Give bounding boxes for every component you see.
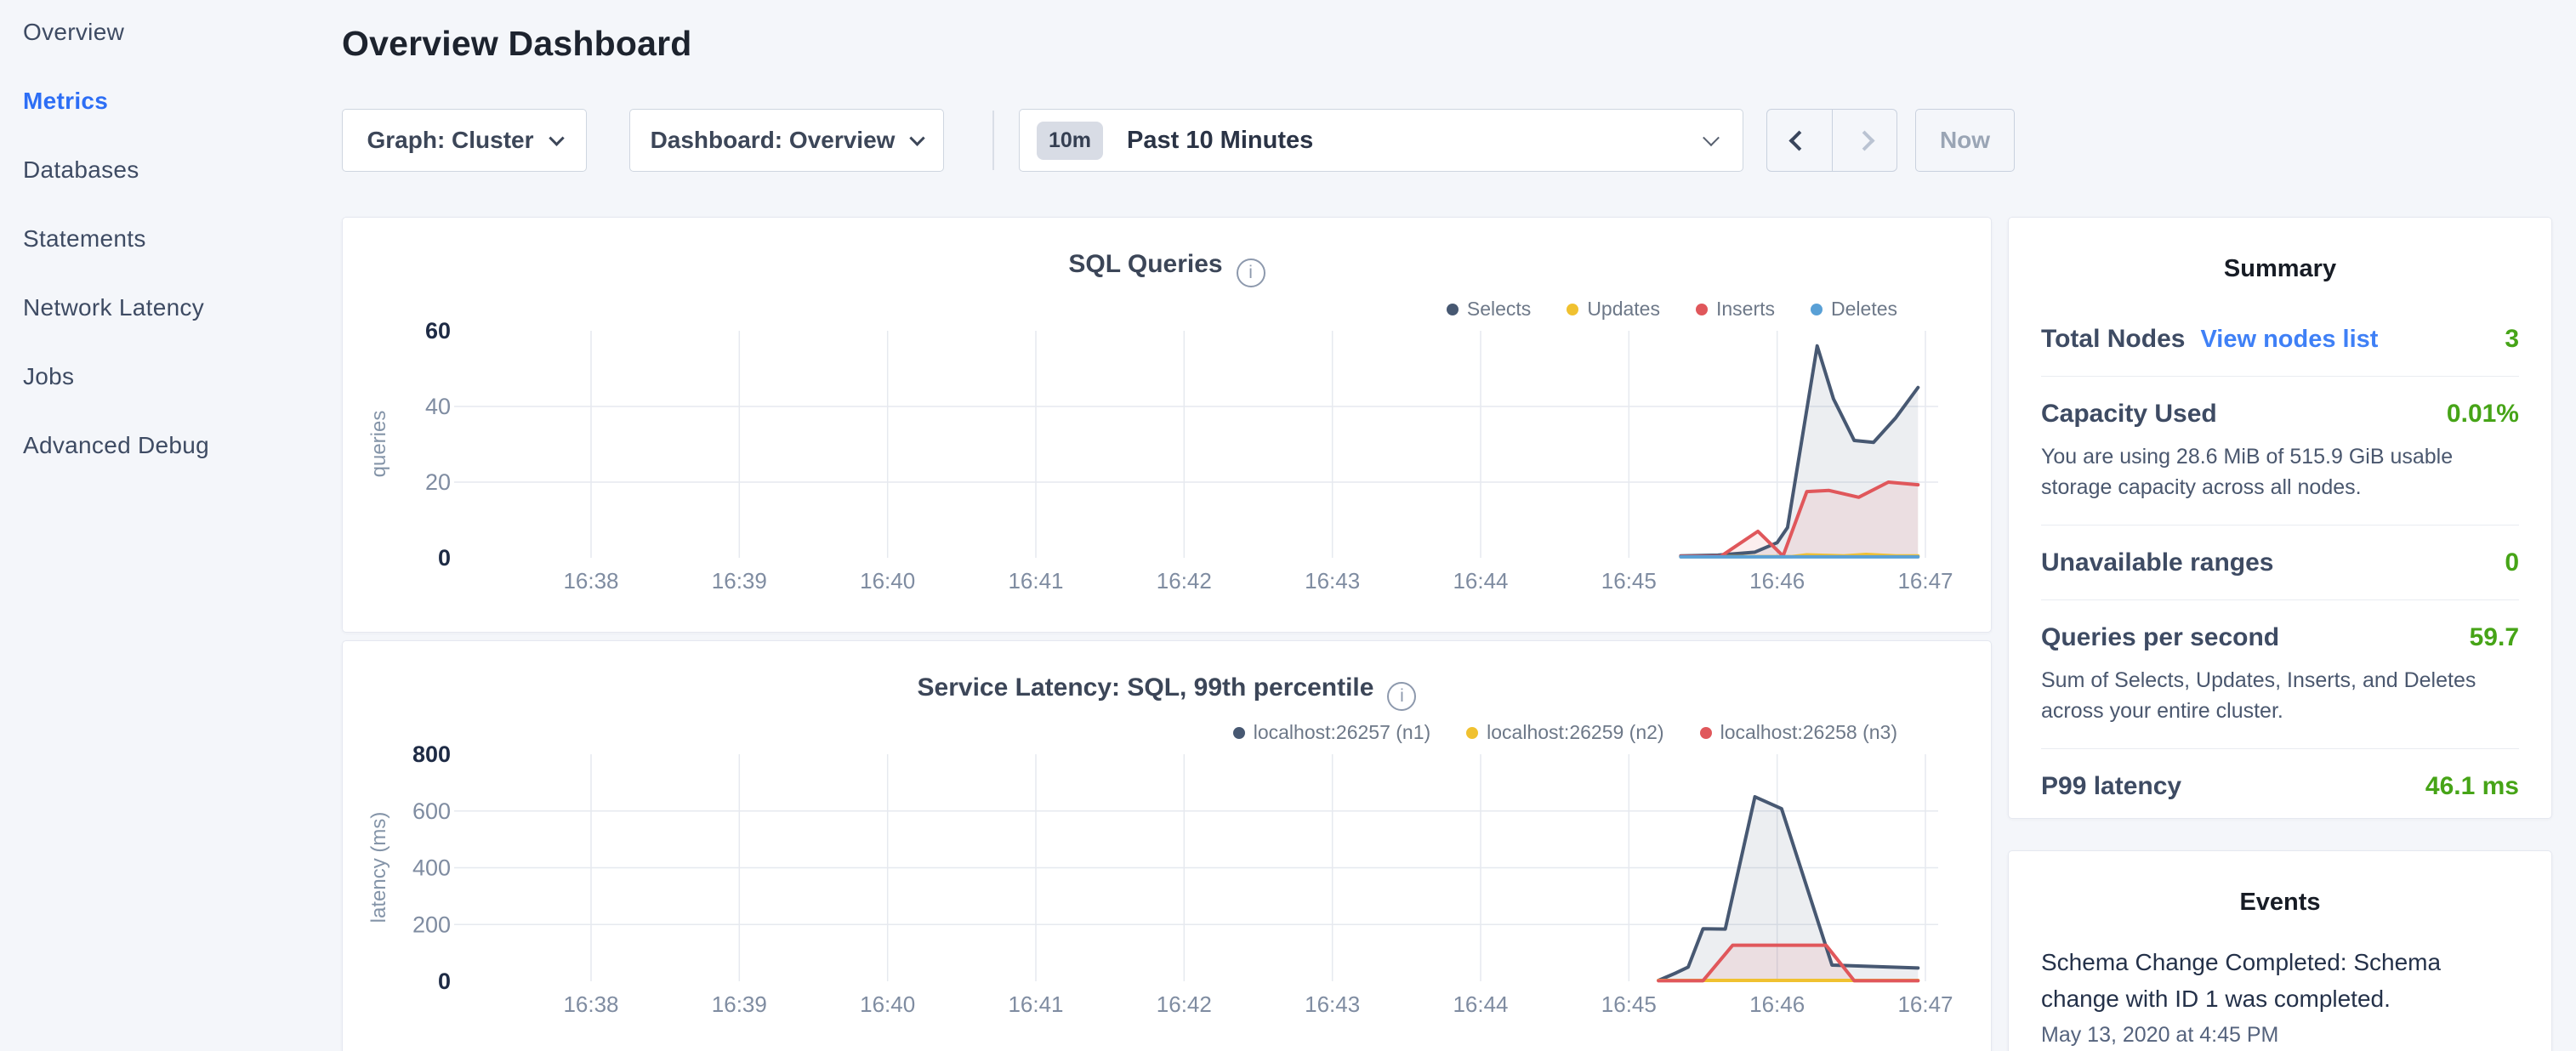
svg-text:16:41: 16:41 bbox=[1008, 991, 1063, 1017]
svg-text:16:38: 16:38 bbox=[563, 991, 618, 1017]
chevron-left-icon bbox=[1789, 130, 1810, 151]
summary-row-value: 0 bbox=[2505, 548, 2519, 577]
svg-text:16:40: 16:40 bbox=[860, 991, 915, 1017]
summary-row-value: 59.7 bbox=[2470, 623, 2519, 652]
summary-row-description: You are using 28.6 MiB of 515.9 GiB usab… bbox=[2041, 442, 2519, 503]
events-title: Events bbox=[2041, 851, 2519, 917]
sidebar: Overview Metrics Databases Statements Ne… bbox=[23, 19, 321, 501]
sidebar-item-overview[interactable]: Overview bbox=[23, 19, 321, 45]
summary-row-total-nodes: Total Nodes View nodes list 3 bbox=[2041, 302, 2519, 376]
events-panel: Events Schema Change Completed: Schema c… bbox=[2008, 850, 2552, 1051]
svg-text:600: 600 bbox=[412, 798, 451, 824]
svg-text:0: 0 bbox=[438, 545, 451, 571]
svg-text:16:47: 16:47 bbox=[1897, 568, 1953, 594]
summary-row-label: Unavailable ranges bbox=[2041, 548, 2273, 577]
summary-row-value: 3 bbox=[2505, 325, 2519, 354]
svg-text:16:43: 16:43 bbox=[1305, 991, 1360, 1017]
svg-text:16:41: 16:41 bbox=[1008, 568, 1063, 594]
dashboard-dropdown[interactable]: Dashboard: Overview bbox=[629, 109, 944, 172]
summary-row-capacity-used: Capacity Used 0.01% You are using 28.6 M… bbox=[2041, 376, 2519, 525]
svg-text:16:44: 16:44 bbox=[1453, 991, 1508, 1017]
summary-row-value: 0.01% bbox=[2447, 400, 2519, 429]
summary-row-label: Capacity Used bbox=[2041, 400, 2217, 429]
svg-text:16:46: 16:46 bbox=[1749, 568, 1805, 594]
chevron-down-icon bbox=[910, 130, 925, 145]
event-text: Schema Change Completed: Schema change w… bbox=[2041, 944, 2492, 1018]
service-latency-chart[interactable]: 0 200 400 600 800 16:38 16:39 16:40 16:41 16:42 16… bbox=[343, 641, 1993, 1051]
svg-text:16:44: 16:44 bbox=[1453, 568, 1508, 594]
time-step-back-button[interactable] bbox=[1767, 110, 1832, 171]
svg-text:16:42: 16:42 bbox=[1157, 991, 1212, 1017]
svg-text:40: 40 bbox=[425, 394, 451, 419]
chevron-down-icon bbox=[549, 130, 564, 145]
event-date: May 13, 2020 at 4:45 PM bbox=[2041, 1023, 2519, 1048]
svg-text:60: 60 bbox=[425, 318, 451, 344]
sidebar-item-jobs[interactable]: Jobs bbox=[23, 363, 321, 389]
sidebar-item-advanced-debug[interactable]: Advanced Debug bbox=[23, 432, 321, 458]
time-range-select[interactable]: 10m Past 10 Minutes bbox=[1019, 109, 1743, 172]
sql-queries-chart[interactable]: 0 20 40 60 16:38 16:39 16:40 16:41 16:42 16:43 16:… bbox=[343, 218, 1993, 633]
time-range-badge: 10m bbox=[1037, 122, 1103, 160]
svg-text:16:46: 16:46 bbox=[1749, 991, 1805, 1017]
svg-text:800: 800 bbox=[412, 741, 451, 767]
event-item[interactable]: Schema Change Completed: Schema change w… bbox=[2041, 944, 2519, 1048]
app-root: Overview Metrics Databases Statements Ne… bbox=[0, 0, 2576, 1051]
svg-text:200: 200 bbox=[412, 912, 451, 937]
summary-row-queries-per-second: Queries per second 59.7 Sum of Selects, … bbox=[2041, 599, 2519, 748]
svg-text:16:43: 16:43 bbox=[1305, 568, 1360, 594]
svg-text:16:47: 16:47 bbox=[1897, 991, 1953, 1017]
graph-dropdown-label: Graph: Cluster bbox=[367, 127, 533, 154]
graph-dropdown[interactable]: Graph: Cluster bbox=[342, 109, 587, 172]
summary-row-unavailable-ranges: Unavailable ranges 0 bbox=[2041, 525, 2519, 599]
svg-text:400: 400 bbox=[412, 855, 451, 881]
svg-text:16:45: 16:45 bbox=[1601, 991, 1657, 1017]
svg-text:16:45: 16:45 bbox=[1601, 568, 1657, 594]
page-title: Overview Dashboard bbox=[342, 24, 691, 64]
time-step-forward-button[interactable] bbox=[1832, 110, 1897, 171]
summary-row-label: Total Nodes bbox=[2041, 325, 2185, 354]
svg-text:16:40: 16:40 bbox=[860, 568, 915, 594]
svg-text:16:39: 16:39 bbox=[712, 991, 767, 1017]
sidebar-item-metrics[interactable]: Metrics bbox=[23, 88, 321, 114]
svg-text:0: 0 bbox=[438, 969, 451, 994]
sidebar-item-databases[interactable]: Databases bbox=[23, 156, 321, 183]
summary-row-label: P99 latency bbox=[2041, 772, 2181, 801]
chevron-down-icon bbox=[1703, 129, 1720, 146]
view-nodes-list-link[interactable]: View nodes list bbox=[2200, 326, 2378, 354]
summary-row-label: Queries per second bbox=[2041, 623, 2279, 652]
summary-title: Summary bbox=[2041, 218, 2519, 283]
time-range-label: Past 10 Minutes bbox=[1127, 127, 1705, 155]
now-button[interactable]: Now bbox=[1915, 109, 2015, 172]
toolbar-divider bbox=[992, 111, 994, 170]
sidebar-item-statements[interactable]: Statements bbox=[23, 225, 321, 252]
service-latency-chart-card: Service Latency: SQL, 99th percentilei l… bbox=[342, 640, 1992, 1051]
now-button-label: Now bbox=[1940, 127, 1990, 154]
svg-text:16:42: 16:42 bbox=[1157, 568, 1212, 594]
summary-rows: Total Nodes View nodes list 3 Capacity U… bbox=[2041, 302, 2519, 823]
svg-text:16:39: 16:39 bbox=[712, 568, 767, 594]
svg-text:20: 20 bbox=[425, 469, 451, 495]
sql-queries-chart-card: SQL Queriesi SelectsUpdatesInsertsDelete… bbox=[342, 217, 1992, 633]
summary-panel: Summary Total Nodes View nodes list 3 Ca… bbox=[2008, 217, 2552, 819]
summary-row-value: 46.1 ms bbox=[2425, 772, 2519, 801]
sidebar-item-network-latency[interactable]: Network Latency bbox=[23, 294, 321, 321]
dashboard-dropdown-label: Dashboard: Overview bbox=[651, 127, 896, 154]
chevron-right-icon bbox=[1854, 130, 1874, 151]
summary-row-description: Sum of Selects, Updates, Inserts, and De… bbox=[2041, 666, 2519, 726]
svg-text:16:38: 16:38 bbox=[563, 568, 618, 594]
summary-row-p99-latency: P99 latency 46.1 ms bbox=[2041, 748, 2519, 823]
time-step-buttons bbox=[1766, 109, 1897, 172]
